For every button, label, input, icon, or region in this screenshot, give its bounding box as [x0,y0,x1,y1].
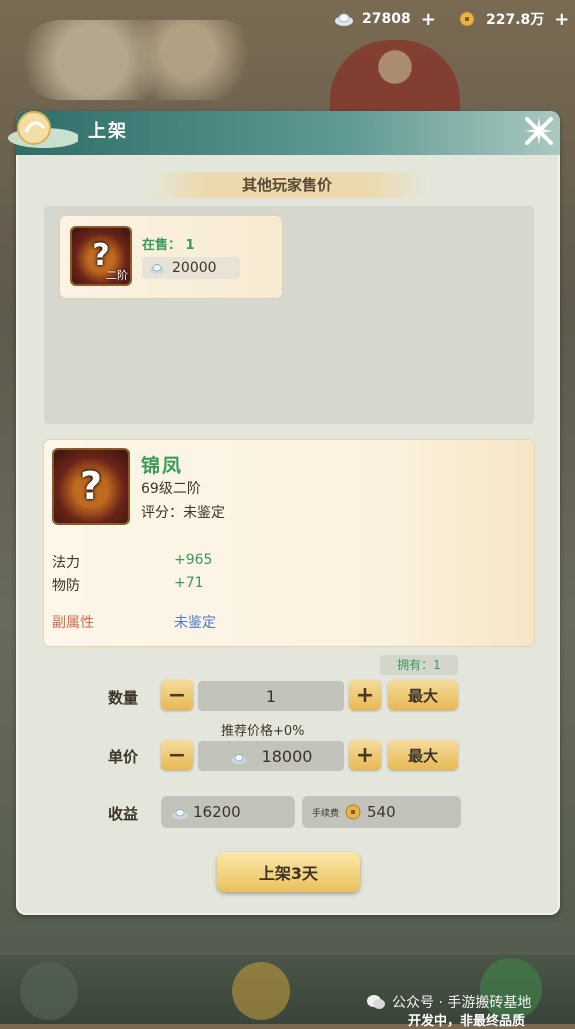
listing-item-icon: ? 二阶 [72,228,130,284]
fee-box: 手续费 540 [302,796,461,828]
quantity-label: 数量 [108,689,139,707]
wechat-icon [367,995,385,1009]
on-sale-count: 在售： 1 [142,234,195,253]
listing-price: 20000 [142,257,240,279]
dev-note: 开发中，非最终品质 [408,1014,526,1029]
unit-price-label: 单价 [108,748,139,766]
close-icon [525,117,553,145]
item-level: 69级二阶 [141,481,201,497]
quantity-plus-button[interactable]: + [349,680,381,710]
silver-currency: 27808 + [334,6,436,32]
item-score-value: 未鉴定 [183,505,225,521]
background-bottom-icon [232,962,290,1020]
cloud-emblem-icon [4,104,80,156]
sub-attribute-label: 副属性 [52,615,94,631]
mystery-helmet-icon: ? [79,464,103,508]
list-for-3-days-button[interactable]: 上架3天 [217,852,360,892]
recommended-price-hint: 推荐价格+0% [221,724,305,739]
background-blossom [20,20,260,100]
attr-value-physical-defense: +71 [174,575,204,591]
quantity-input[interactable]: 1 [198,681,344,711]
sub-attribute-value: 未鉴定 [174,615,216,631]
item-name: 锦凤 [141,455,184,477]
attr-value-magic: +965 [174,552,213,568]
background-bottom-icon [20,962,78,1020]
fee-value: 540 [367,803,396,821]
close-button[interactable] [522,114,556,148]
price-max-button[interactable]: 最大 [388,740,458,770]
listing-price-value: 20000 [172,260,217,276]
on-sale-value: 1 [185,238,195,253]
on-sale-label: 在售： [142,238,182,253]
owned-count: 拥有：1 [380,655,458,675]
silver-ingot-icon [171,806,189,819]
item-score: 评分：未鉴定 [141,502,225,522]
item-score-label: 评分： [141,505,183,521]
fee-label: 手续费 [312,808,340,819]
gold-amount: 227.8万 [486,12,545,28]
add-silver-button[interactable]: + [421,9,436,30]
silver-amount: 27808 [362,11,411,27]
silver-ingot-icon [148,262,166,275]
unit-price-value: 18000 [261,746,313,766]
silver-ingot-icon [334,11,354,27]
item-icon: ? [54,450,128,523]
price-plus-button[interactable]: + [349,740,381,770]
watermark-text: 公众号 · 手游搬砖基地 [392,995,532,1011]
dialog-title: 上架 [88,121,128,142]
price-minus-button[interactable]: − [161,740,193,770]
income-box: 16200 [161,796,295,828]
income-value: 16200 [193,803,241,821]
unit-price-input[interactable]: 18000 [198,741,344,771]
listing-grade: 二阶 [106,269,128,282]
quantity-minus-button[interactable]: − [161,680,193,710]
gold-coin-icon [458,11,478,27]
attr-label-magic: 法力 [52,555,80,571]
section-title-other-prices: 其他玩家售价 [146,172,428,198]
gold-currency: 227.8万 + [458,6,569,32]
section-title-text: 其他玩家售价 [241,176,332,194]
add-gold-button[interactable]: + [554,9,569,30]
income-label: 收益 [108,805,139,823]
quantity-max-button[interactable]: 最大 [388,680,458,710]
silver-ingot-icon [230,750,248,764]
attr-label-physical-defense: 物防 [52,578,80,594]
gold-coin-icon [345,804,361,820]
watermark: 公众号 · 手游搬砖基地 [366,992,531,1012]
